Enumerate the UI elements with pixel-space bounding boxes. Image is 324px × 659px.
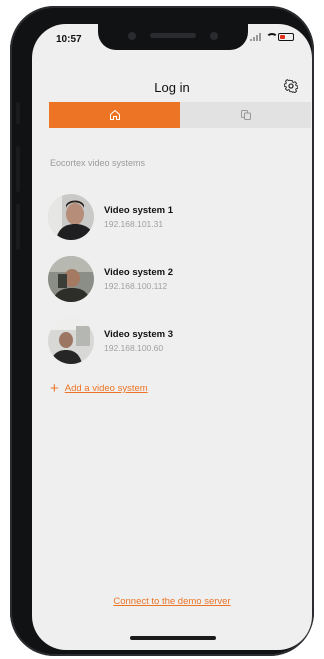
plus-icon: + — [50, 380, 59, 397]
system-name: Video system 3 — [104, 329, 174, 340]
status-icons — [250, 33, 294, 41]
cloud-copy-icon — [240, 110, 251, 120]
system-ip: 192.168.100.112 — [104, 281, 168, 291]
avatar — [48, 194, 94, 240]
wifi-icon — [265, 33, 278, 41]
battery-icon — [278, 33, 294, 41]
demo-server-link[interactable]: Connect to the demo server — [32, 596, 312, 607]
section-label: Eocortex video systems — [50, 158, 146, 168]
status-time: 10:57 — [56, 34, 82, 45]
avatar — [48, 318, 94, 364]
notch — [98, 24, 248, 50]
system-name: Video system 1 — [104, 205, 174, 216]
mute-switch — [16, 102, 20, 124]
gear-icon[interactable] — [284, 79, 298, 93]
speaker — [150, 33, 196, 38]
sensor-icon — [128, 32, 136, 40]
video-system-list: Video system 1 192.168.101.31 Video syst… — [48, 186, 298, 372]
home-indicator[interactable] — [130, 636, 216, 640]
list-item[interactable]: Video system 2 192.168.100.112 — [48, 248, 298, 310]
volume-up-button — [16, 146, 20, 192]
add-video-system-link[interactable]: + Add a video system — [50, 381, 148, 396]
add-video-system-label: Add a video system — [64, 383, 148, 394]
list-item[interactable]: Video system 3 192.168.100.60 — [48, 310, 298, 372]
system-ip: 192.168.101.31 — [104, 219, 164, 229]
system-ip: 192.168.100.60 — [104, 343, 164, 353]
volume-down-button — [16, 204, 20, 250]
page-title: Log in — [154, 80, 190, 95]
tab-cloud[interactable] — [180, 102, 311, 128]
avatar — [48, 256, 94, 302]
phone-frame: 10:57 Log in Eocortex video systems Vide… — [10, 6, 314, 656]
list-item[interactable]: Video system 1 192.168.101.31 — [48, 186, 298, 248]
system-name: Video system 2 — [104, 267, 174, 278]
mode-tabs — [49, 102, 311, 128]
camera-icon — [210, 32, 218, 40]
app-screen: 10:57 Log in Eocortex video systems Vide… — [32, 24, 312, 650]
tab-local[interactable] — [49, 102, 180, 128]
signal-icon — [250, 33, 262, 41]
home-icon — [109, 110, 120, 120]
